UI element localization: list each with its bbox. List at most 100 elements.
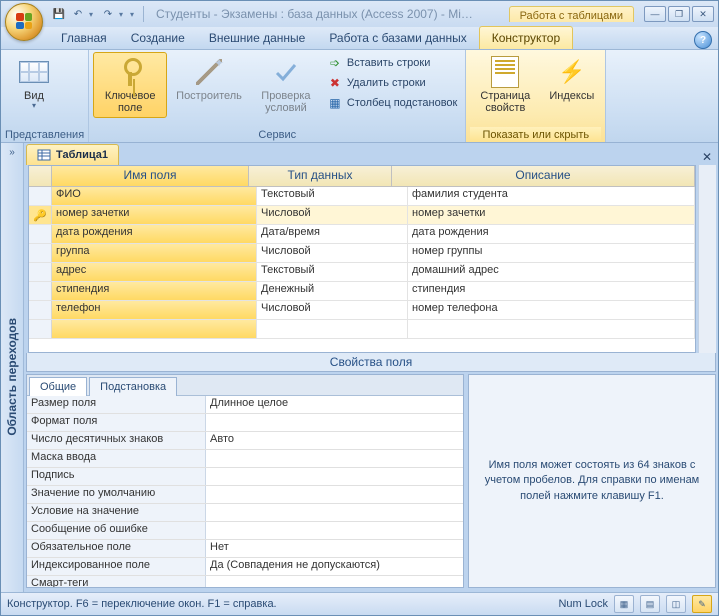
tab-lookup[interactable]: Подстановка (89, 377, 177, 396)
field-row[interactable]: группаЧисловойномер группы (29, 244, 695, 263)
property-row[interactable]: Смарт-теги (27, 576, 463, 587)
col-header-description[interactable]: Описание (392, 166, 695, 186)
row-selector[interactable]: 🔑 (29, 206, 52, 224)
row-selector[interactable] (29, 187, 52, 205)
property-value[interactable] (206, 522, 463, 539)
indexes-button[interactable]: ⚡ Индексы (542, 52, 601, 106)
undo-icon[interactable]: ↶ (70, 6, 86, 22)
property-sheet-button[interactable]: Страница свойств (470, 52, 540, 118)
view-pivotchart-button[interactable]: ◫ (666, 595, 686, 613)
office-button[interactable] (5, 3, 43, 41)
field-type-cell[interactable]: Числовой (257, 244, 408, 262)
close-object-button[interactable]: ✕ (699, 149, 715, 165)
undo-dropdown-icon[interactable]: ▾ (89, 10, 97, 19)
lookup-column-button[interactable]: ▦ Столбец подстановок (323, 94, 461, 112)
property-row[interactable]: Маска ввода (27, 450, 463, 468)
save-icon[interactable]: 💾 (51, 6, 67, 22)
field-type-cell[interactable]: Дата/время (257, 225, 408, 243)
field-name-cell[interactable]: номер зачетки (52, 206, 257, 224)
property-row[interactable]: Индексированное полеДа (Совпадения не до… (27, 558, 463, 576)
expand-nav-icon[interactable]: » (9, 147, 15, 158)
insert-rows-button[interactable]: ➩ Вставить строки (323, 54, 461, 72)
vertical-scrollbar[interactable] (698, 165, 716, 353)
primary-key-button[interactable]: Ключевое поле (93, 52, 167, 118)
tab-database-tools[interactable]: Работа с базами данных (317, 27, 478, 49)
row-selector[interactable] (29, 244, 52, 262)
property-value[interactable] (206, 450, 463, 467)
field-name-cell[interactable]: группа (52, 244, 257, 262)
builder-button[interactable]: Построитель (169, 52, 249, 106)
view-button[interactable]: Вид ▾ (5, 52, 63, 115)
row-selector[interactable] (29, 263, 52, 281)
col-header-datatype[interactable]: Тип данных (249, 166, 392, 186)
property-value[interactable] (206, 504, 463, 521)
field-type-cell[interactable]: Числовой (257, 206, 408, 224)
property-row[interactable]: Обязательное полеНет (27, 540, 463, 558)
property-value[interactable] (206, 486, 463, 503)
col-header-fieldname[interactable]: Имя поля (52, 166, 249, 186)
object-tab-table1[interactable]: Таблица1 (26, 144, 119, 165)
field-row[interactable]: стипендияДенежныйстипендия (29, 282, 695, 301)
qat-customize-icon[interactable]: ▾ (130, 10, 138, 19)
field-desc-cell[interactable]: фамилия студента (408, 187, 695, 205)
property-value[interactable]: Нет (206, 540, 463, 557)
row-selector[interactable] (29, 225, 52, 243)
view-pivottable-button[interactable]: ▤ (640, 595, 660, 613)
field-name-cell[interactable] (52, 320, 257, 338)
row-selector[interactable] (29, 320, 52, 338)
row-selector[interactable] (29, 301, 52, 319)
redo-icon[interactable]: ↷ (100, 6, 116, 22)
navigation-pane-collapsed[interactable]: » Область переходов (1, 143, 24, 592)
field-type-cell[interactable]: Текстовый (257, 187, 408, 205)
tab-home[interactable]: Главная (49, 27, 119, 49)
tab-general[interactable]: Общие (29, 377, 87, 396)
row-selector[interactable] (29, 282, 52, 300)
field-desc-cell[interactable]: номер зачетки (408, 206, 695, 224)
field-type-cell[interactable]: Числовой (257, 301, 408, 319)
tab-design[interactable]: Конструктор (479, 26, 573, 49)
tab-create[interactable]: Создание (119, 27, 197, 49)
property-value[interactable] (206, 414, 463, 431)
view-datasheet-button[interactable]: ▦ (614, 595, 634, 613)
minimize-button[interactable]: — (644, 6, 666, 22)
test-rules-button[interactable]: Проверка условий (251, 52, 321, 118)
field-row[interactable]: 🔑номер зачеткиЧисловойномер зачетки (29, 206, 695, 225)
field-type-cell[interactable]: Денежный (257, 282, 408, 300)
property-value[interactable]: Авто (206, 432, 463, 449)
field-row[interactable]: адресТекстовыйдомашний адрес (29, 263, 695, 282)
field-desc-cell[interactable]: дата рождения (408, 225, 695, 243)
property-value[interactable]: Да (Совпадения не допускаются) (206, 558, 463, 575)
field-row[interactable]: дата рожденияДата/времядата рождения (29, 225, 695, 244)
property-row[interactable]: Формат поля (27, 414, 463, 432)
restore-button[interactable]: ❐ (668, 6, 690, 22)
view-design-button[interactable]: ✎ (692, 595, 712, 613)
field-desc-cell[interactable]: стипендия (408, 282, 695, 300)
field-type-cell[interactable] (257, 320, 408, 338)
field-row[interactable] (29, 320, 695, 339)
field-desc-cell[interactable]: номер группы (408, 244, 695, 262)
field-desc-cell[interactable] (408, 320, 695, 338)
field-row[interactable]: ФИОТекстовыйфамилия студента (29, 187, 695, 206)
tab-external-data[interactable]: Внешние данные (197, 27, 318, 49)
property-value[interactable] (206, 468, 463, 485)
help-button[interactable]: ? (694, 31, 712, 49)
property-value[interactable]: Длинное целое (206, 396, 463, 413)
property-value[interactable] (206, 576, 463, 587)
field-name-cell[interactable]: телефон (52, 301, 257, 319)
field-desc-cell[interactable]: номер телефона (408, 301, 695, 319)
property-row[interactable]: Размер поляДлинное целое (27, 396, 463, 414)
redo-dropdown-icon[interactable]: ▾ (119, 10, 127, 19)
field-name-cell[interactable]: адрес (52, 263, 257, 281)
field-name-cell[interactable]: дата рождения (52, 225, 257, 243)
field-type-cell[interactable]: Текстовый (257, 263, 408, 281)
property-row[interactable]: Значение по умолчанию (27, 486, 463, 504)
property-row[interactable]: Сообщение об ошибке (27, 522, 463, 540)
property-row[interactable]: Подпись (27, 468, 463, 486)
property-row[interactable]: Число десятичных знаковАвто (27, 432, 463, 450)
delete-rows-button[interactable]: ✖ Удалить строки (323, 74, 461, 92)
row-selector-header[interactable] (29, 166, 52, 186)
field-name-cell[interactable]: ФИО (52, 187, 257, 205)
field-desc-cell[interactable]: домашний адрес (408, 263, 695, 281)
field-name-cell[interactable]: стипендия (52, 282, 257, 300)
close-button[interactable]: ✕ (692, 6, 714, 22)
